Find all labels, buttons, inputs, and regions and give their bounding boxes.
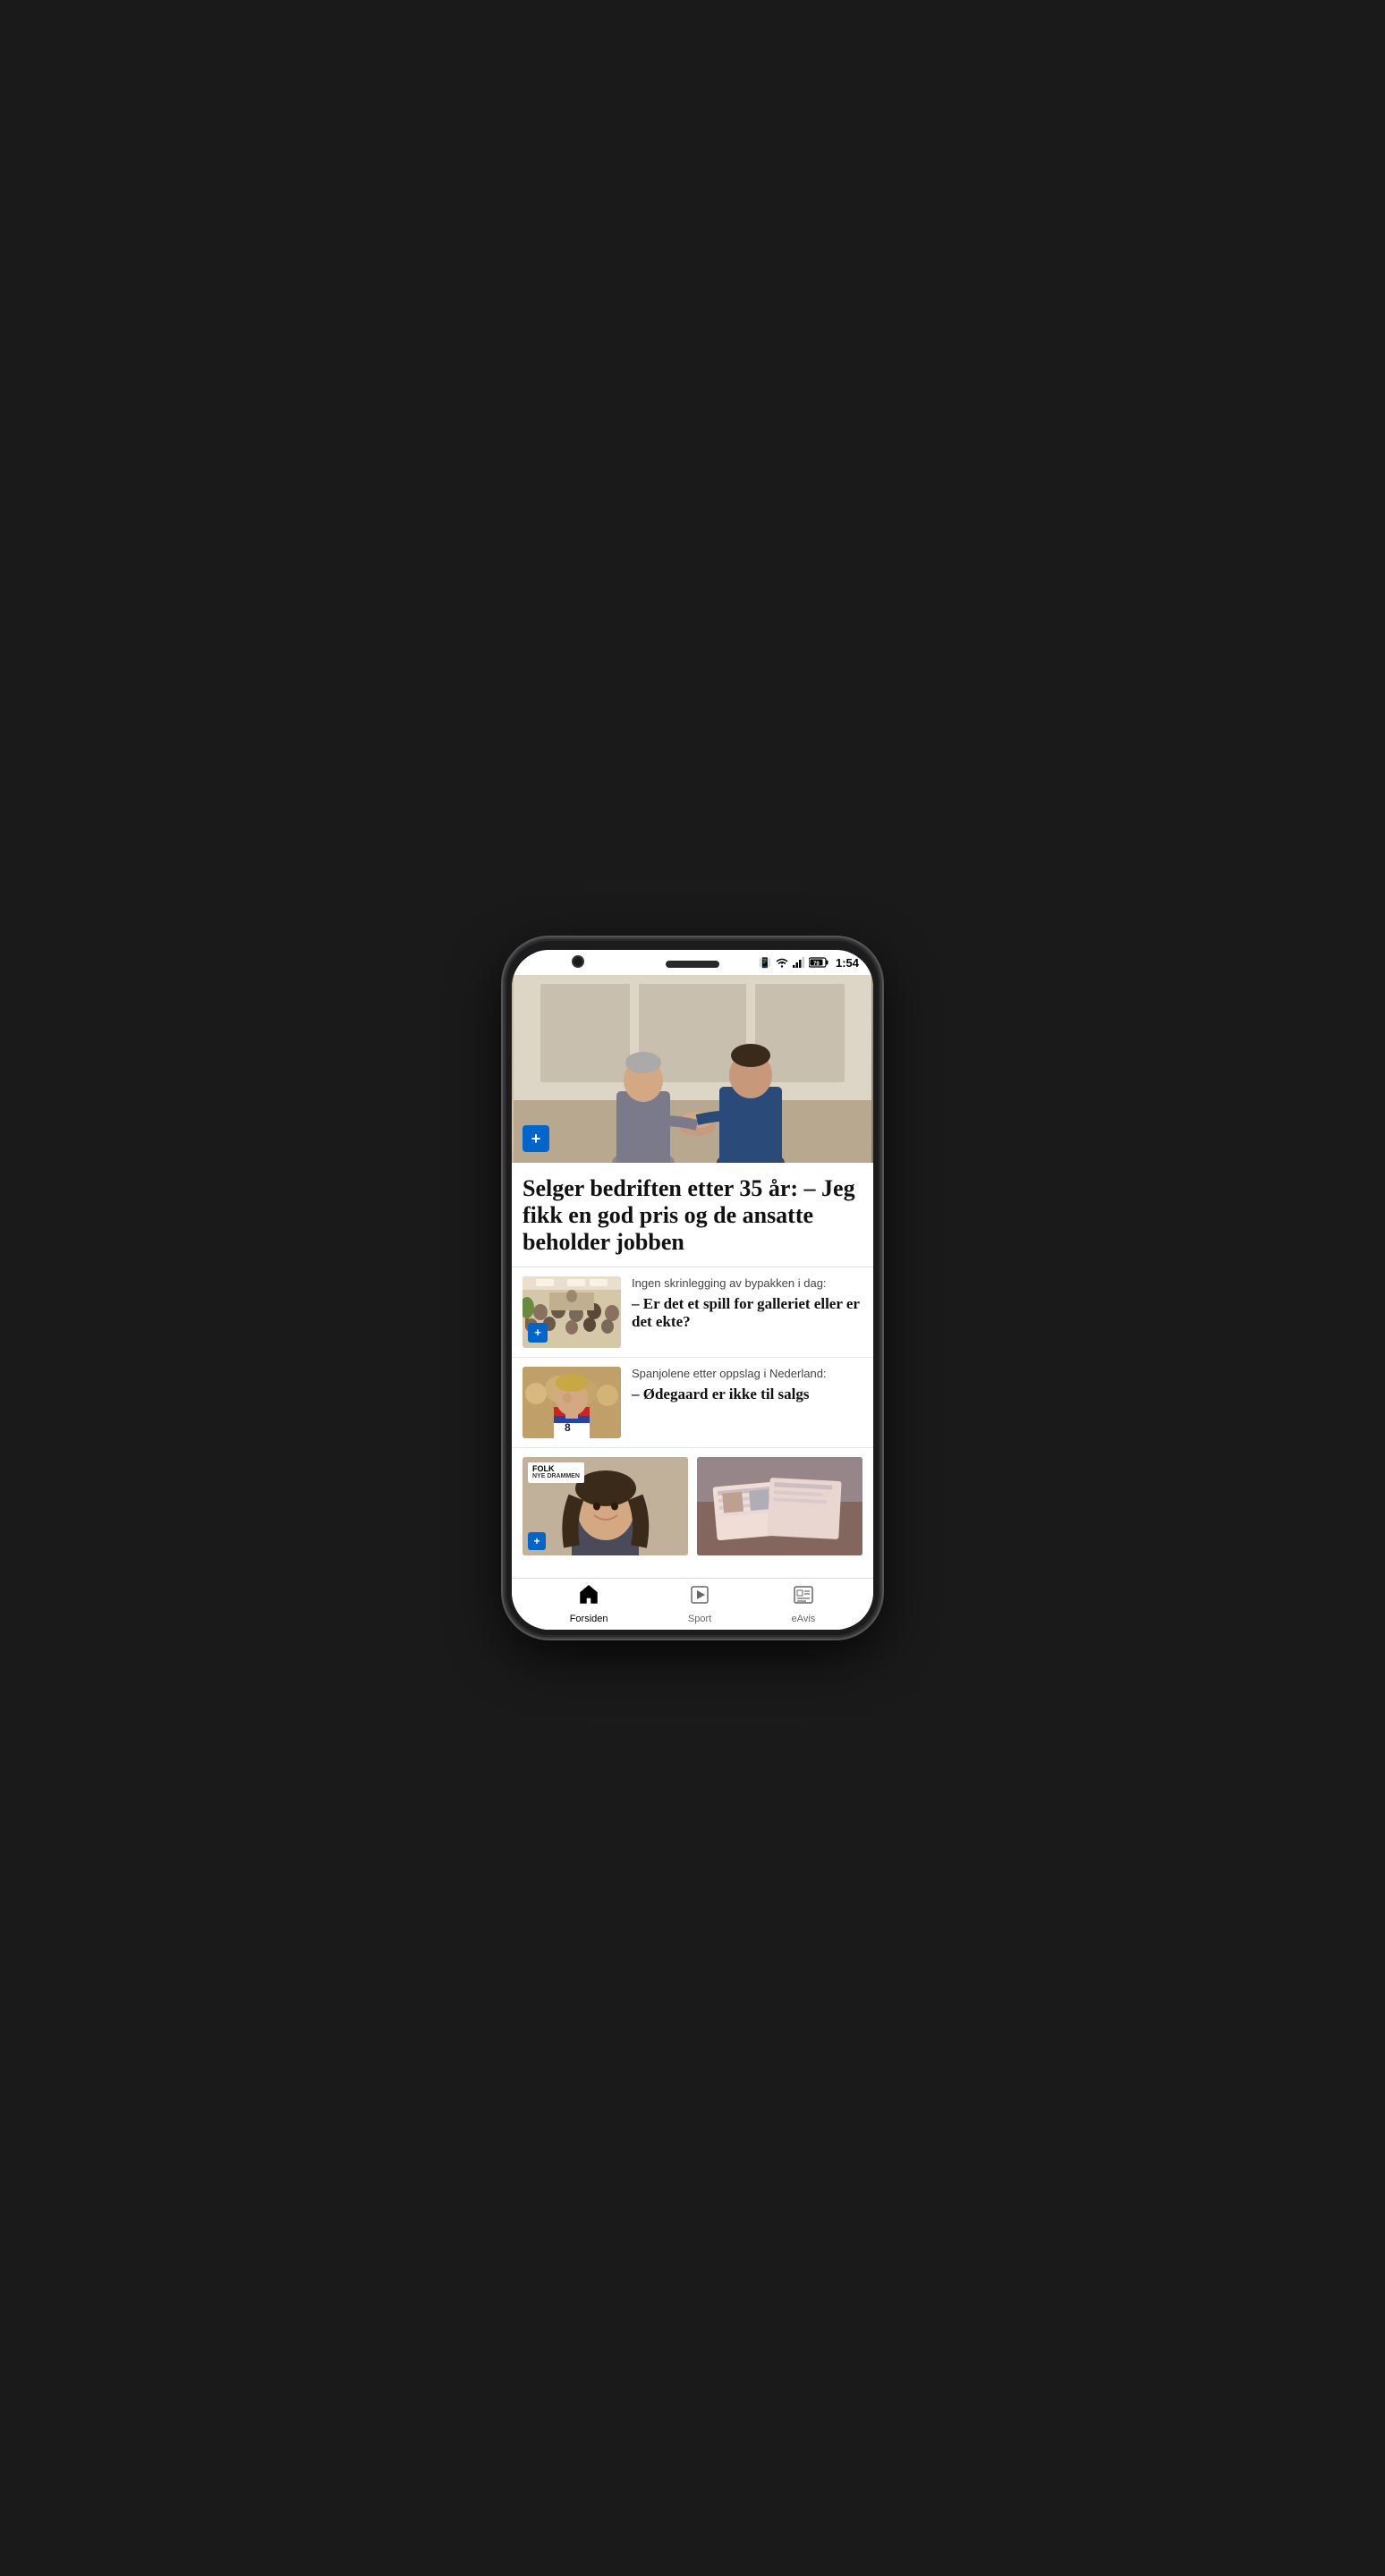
main-headline[interactable]: Selger bedriften etter 35 år: – Jeg fikk… xyxy=(512,1163,873,1267)
svg-text:8: 8 xyxy=(565,1421,571,1434)
nav-eavis-label: eAvis xyxy=(792,1614,816,1624)
small-cards-row[interactable]: FOLK NYE DRAMMEN + xyxy=(512,1448,873,1564)
thumb-2-image: 8 xyxy=(523,1367,621,1438)
article-card-2[interactable]: 8 Spanjolene etter oppslag i Nederland: … xyxy=(512,1358,873,1448)
bottom-spacer xyxy=(512,1564,873,1578)
bottom-nav: Forsiden Sport xyxy=(512,1578,873,1630)
hero-illustration xyxy=(512,975,873,1163)
nav-forsiden-label: Forsiden xyxy=(570,1614,608,1624)
nav-item-forsiden[interactable]: Forsiden xyxy=(556,1580,623,1628)
phone-screen: 📳 xyxy=(512,950,873,1630)
folk-logo: FOLK NYE DRAMMEN xyxy=(528,1462,584,1483)
article-1-title: – Er det et spill for galleriet eller er… xyxy=(632,1295,862,1332)
small-card-1[interactable]: FOLK NYE DRAMMEN + xyxy=(523,1457,688,1555)
article-card-1[interactable]: + Ingen skrinlegging av bypakken i dag: … xyxy=(512,1267,873,1358)
wifi-icon xyxy=(775,957,789,968)
screen-content[interactable]: + Selger bedriften etter 35 år: – Jeg fi… xyxy=(512,975,873,1578)
hero-premium-badge: + xyxy=(523,1125,549,1152)
article-2-text: Spanjolene etter oppslag i Nederland: – … xyxy=(632,1367,862,1403)
nav-sport-label: Sport xyxy=(688,1614,711,1624)
nav-item-eavis[interactable]: eAvis xyxy=(777,1580,830,1628)
small-card-2[interactable] xyxy=(697,1457,862,1555)
phone-speaker xyxy=(666,961,719,968)
signal-icon xyxy=(793,957,805,968)
article-2-intro: Spanjolene etter oppslag i Nederland: xyxy=(632,1367,862,1382)
phone-camera xyxy=(572,955,584,968)
hero-image[interactable]: + xyxy=(512,975,873,1163)
article-2-title: – Ødegaard er ikke til salgs xyxy=(632,1385,862,1403)
time-display: 1:54 xyxy=(836,956,859,970)
sport-icon xyxy=(689,1584,710,1611)
small-card-1-premium: + xyxy=(528,1532,546,1550)
vibrate-icon: 📳 xyxy=(759,957,771,969)
eavis-icon xyxy=(793,1584,814,1611)
status-icons: 📳 xyxy=(759,956,859,970)
phone-frame: 📳 xyxy=(505,939,880,1637)
home-icon xyxy=(578,1584,599,1611)
battery-icon: 79 xyxy=(809,957,828,968)
article-thumb-2: 8 xyxy=(523,1367,621,1438)
article-thumb-1: + xyxy=(523,1276,621,1348)
small-card-1-bg: FOLK NYE DRAMMEN + xyxy=(523,1457,688,1555)
article-1-premium-badge: + xyxy=(528,1323,548,1343)
small-card-2-bg xyxy=(697,1457,862,1555)
small-card-2-image xyxy=(697,1457,862,1555)
nav-item-sport[interactable]: Sport xyxy=(674,1580,726,1628)
svg-text:79: 79 xyxy=(813,962,820,967)
article-1-intro: Ingen skrinlegging av bypakken i dag: xyxy=(632,1276,862,1292)
article-1-text: Ingen skrinlegging av bypakken i dag: – … xyxy=(632,1276,862,1332)
